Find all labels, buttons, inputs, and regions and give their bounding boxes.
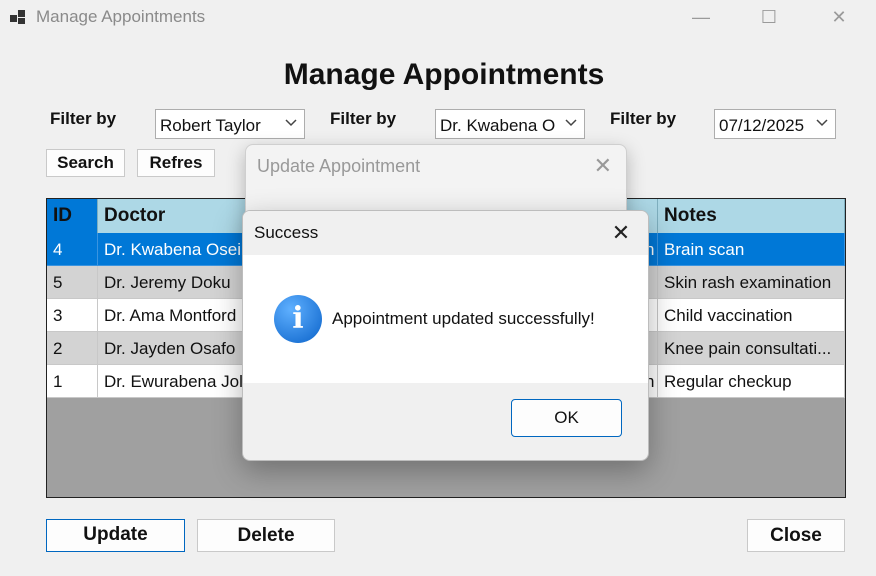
window-close-button[interactable]: ✕ <box>816 4 862 30</box>
chevron-down-icon <box>816 119 828 127</box>
app-icon <box>10 10 25 24</box>
chevron-down-icon <box>285 119 297 127</box>
message-box-header: Success ✕ <box>243 211 648 255</box>
cell-notes: Regular checkup <box>658 365 845 398</box>
minimize-button[interactable]: — <box>678 4 724 30</box>
filter-label-patient: Filter by <box>50 109 117 128</box>
cell-id: 4 <box>47 233 98 266</box>
chevron-down-icon <box>565 119 577 127</box>
search-button[interactable]: Search <box>46 149 125 177</box>
update-dialog-title: Update Appointment <box>257 156 421 176</box>
column-header-notes[interactable]: Notes <box>658 199 845 233</box>
doctor-filter-dropdown[interactable]: Dr. Kwabena O <box>435 109 585 139</box>
column-header-id[interactable]: ID <box>47 199 98 233</box>
ok-button[interactable]: OK <box>511 399 622 437</box>
cell-id: 5 <box>47 266 98 299</box>
filter-label-date: Filter by <box>610 109 677 128</box>
date-filter-picker[interactable]: 07/12/2025 <box>714 109 836 139</box>
success-message-box: Success ✕ i Appointment updated successf… <box>242 210 649 461</box>
cell-notes: Brain scan <box>658 233 845 266</box>
cell-id: 1 <box>47 365 98 398</box>
delete-button[interactable]: Delete <box>197 519 335 552</box>
doctor-filter-value: Dr. Kwabena O <box>440 116 556 135</box>
cell-notes: Skin rash examination <box>658 266 845 299</box>
message-box-close-button[interactable]: ✕ <box>604 217 638 249</box>
date-filter-value: 07/12/2025 <box>719 116 805 135</box>
refresh-button[interactable]: Refres <box>137 149 215 177</box>
update-dialog-close-icon[interactable]: ✕ <box>594 153 612 179</box>
close-button[interactable]: Close <box>747 519 845 552</box>
cell-notes: Child vaccination <box>658 299 845 332</box>
cell-notes: Knee pain consultati... <box>658 332 845 365</box>
maximize-button[interactable]: ☐ <box>746 4 792 30</box>
update-button[interactable]: Update <box>46 519 185 552</box>
message-box-body: i Appointment updated successfully! <box>243 255 648 383</box>
filter-label-doctor: Filter by <box>330 109 397 128</box>
window-title: Manage Appointments <box>36 7 206 26</box>
patient-filter-dropdown[interactable]: Robert Taylor <box>155 109 305 139</box>
info-icon: i <box>274 295 322 343</box>
cell-id: 3 <box>47 299 98 332</box>
message-text: Appointment updated successfully! <box>332 309 595 328</box>
window-titlebar: Manage Appointments — ☐ ✕ <box>0 0 876 34</box>
page-title: Manage Appointments <box>283 58 605 91</box>
cell-id: 2 <box>47 332 98 365</box>
patient-filter-value: Robert Taylor <box>160 116 261 135</box>
message-box-title: Success <box>254 223 319 242</box>
